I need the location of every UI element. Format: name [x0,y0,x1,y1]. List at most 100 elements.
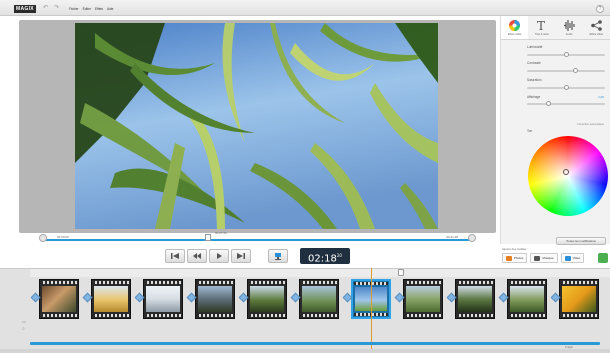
timeline-playhead[interactable] [398,269,404,276]
tab-audio[interactable]: Audio [556,16,583,39]
fullscreen-button[interactable] [268,249,288,263]
clip-strip [30,279,610,323]
brightness-slider[interactable] [527,52,605,57]
clip-image [458,286,492,312]
clip-thumbnail[interactable] [195,279,235,319]
time-display: 02:1820 [300,248,350,264]
share-icon [591,20,602,31]
skip-start-icon [171,253,179,259]
tab-share-label: Effets vidéo [589,33,604,36]
color-wheel-cursor[interactable] [563,169,569,175]
timeline-ruler[interactable] [30,269,610,277]
range-start-handle[interactable] [39,234,47,242]
contrast-slider[interactable] [527,68,605,73]
brightness-label: Luminosité [527,45,543,49]
contrast-thumb[interactable] [572,68,578,73]
clip-thumbnail[interactable] [39,279,79,319]
brightness-thumb[interactable] [563,52,569,57]
text-icon: T [537,19,545,32]
bamboo-sky-image [75,23,438,229]
scrub-track[interactable] [42,239,473,241]
clip-thumbnail[interactable] [403,279,443,319]
clip-thumbnail[interactable] [507,279,547,319]
playhead-line [371,268,372,353]
add-media-buttons: Photos Musique Vidéo [502,253,585,263]
clip-image [198,286,232,312]
clip-image [146,286,180,312]
add-music-button[interactable]: Musique [530,253,558,263]
menu-fichier[interactable]: Fichier [69,7,79,11]
display-label: Affichage [527,95,541,99]
timecode-current: 00:07:26 [215,231,227,235]
display-value: 1,00 [598,95,604,99]
reset-changes-button[interactable]: Toutes les modifications [556,237,606,245]
clip-thumbnail[interactable] [247,279,287,319]
tab-video-effects-label: Effets vidéo [507,33,522,36]
monitor-icon [275,252,281,260]
clip-image [562,286,596,312]
storyboard [0,268,610,353]
magix-logo: MAGIX [14,5,36,13]
tab-title-text-label: Titre & texte [534,33,549,36]
help-icon[interactable]: ? [596,5,604,13]
add-video-button[interactable]: Vidéo [560,253,585,263]
current-time-frames: 20 [336,253,342,258]
play-icon [217,253,222,259]
range-end-handle[interactable] [468,234,476,242]
menu-effets[interactable]: Effets [95,7,103,11]
transport-controls [165,249,251,263]
clip-image [42,286,76,312]
rewind-button[interactable] [187,249,207,263]
saturation-slider[interactable] [527,85,605,90]
music-icon [534,255,541,261]
add-photos-button[interactable]: Photos [502,253,528,263]
clip-image [510,286,544,312]
zoom-icon[interactable]: ⌕ [22,326,26,332]
tab-title-text[interactable]: T Titre & texte [528,16,555,39]
skip-end-icon [237,253,245,259]
skip-end-button[interactable] [231,249,251,263]
clip-thumbnail[interactable] [455,279,495,319]
saturation-thumb[interactable] [563,85,569,90]
video-preview [19,20,496,233]
effects-panel: Effets vidéo T Titre & texte Audio Effet… [500,16,610,244]
tone-label: Ton [527,129,533,133]
playhead-handle[interactable] [205,234,211,241]
clip-image [94,286,128,312]
menu-aide[interactable]: Aide [107,7,113,11]
clip-thumbnail[interactable] [299,279,339,319]
add-media-label: Ajouter des médias : [502,247,528,251]
clip-image [302,286,336,312]
add-photos-label: Photos [514,256,524,260]
clip-thumbnail[interactable] [91,279,131,319]
auto-correction-link[interactable]: Correction automatique [577,123,604,126]
menu-editer[interactable]: Éditer [83,7,91,11]
tab-audio-label: Audio [565,33,573,36]
tab-share[interactable]: Effets vidéo [583,16,610,39]
timeline-scrollbar[interactable] [30,342,600,345]
menu-bar: Fichier Éditer Effets Aide [69,7,113,11]
video-icon [564,255,571,261]
current-time: 02:18 [308,253,337,265]
timecode-start: 00:00:00 [57,235,69,239]
add-video-label: Vidéo [572,256,581,260]
clip-thumbnail[interactable] [143,279,183,319]
panel-tabs: Effets vidéo T Titre & texte Audio Effet… [501,16,610,40]
display-slider[interactable] [527,101,605,106]
preview-scrubber[interactable]: 00:00:00 00:07:26 00:41:28 [19,231,496,246]
audio-wave-icon [563,20,575,31]
contrast-label: Contraste [527,61,541,65]
redo-icon[interactable]: ↷ [54,5,59,11]
clip-thumbnail[interactable] [559,279,599,319]
color-wheel[interactable] [528,136,608,216]
title-bar: MAGIX ↶ ↷ Fichier Éditer Effets Aide ? [0,0,610,16]
photo-icon [506,255,512,261]
undo-icon[interactable]: ↶ [43,5,48,11]
next-step-button[interactable] [598,253,608,263]
preview-frame [75,23,438,229]
play-button[interactable] [209,249,229,263]
tab-video-effects[interactable]: Effets vidéo [501,16,529,39]
skip-start-button[interactable] [165,249,185,263]
display-thumb[interactable] [546,101,552,106]
clip-image [406,286,440,312]
